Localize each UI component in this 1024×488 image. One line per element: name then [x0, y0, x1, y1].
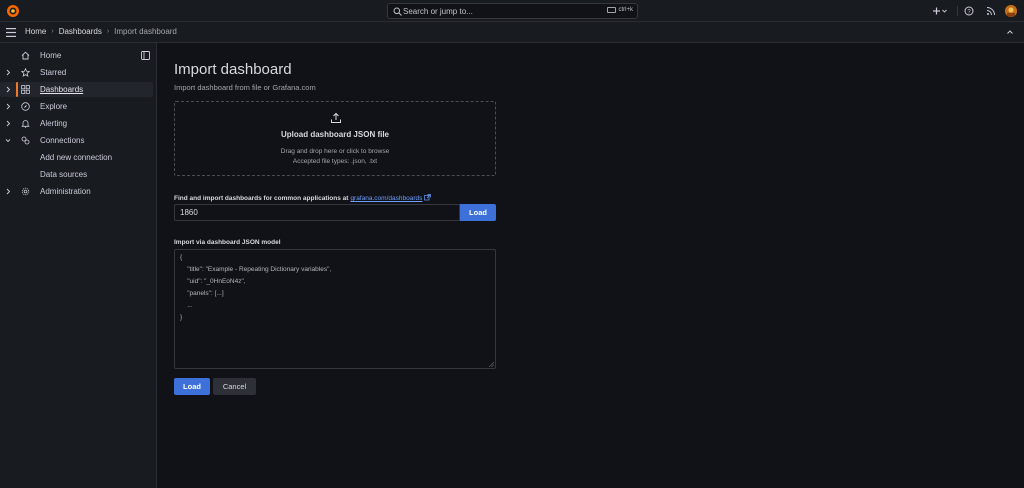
breadcrumb-bar: Home › Dashboards › Import dashboard [0, 22, 1024, 43]
grafana-com-id-input[interactable] [174, 204, 460, 221]
page-title: Import dashboard [174, 61, 292, 78]
sidebar-item-connections[interactable]: Connections [0, 133, 153, 148]
upload-file-types: Accepted file types: .json, .txt [292, 158, 378, 165]
json-line: } [180, 314, 183, 321]
help-icon: ? [964, 6, 974, 16]
sidebar-item-dashboards[interactable]: Dashboards [0, 82, 153, 97]
cancel-button[interactable]: Cancel [213, 378, 256, 395]
star-icon [20, 67, 31, 77]
external-link-icon[interactable] [424, 194, 432, 203]
sidebar-item-home[interactable]: Home [0, 48, 153, 63]
page-subtitle: Import dashboard from file or Grafana.co… [174, 83, 316, 92]
home-icon [21, 51, 30, 60]
sidebar-item-label: Dashboards [40, 85, 84, 94]
news-button[interactable] [986, 0, 996, 22]
upload-dropzone[interactable]: Upload dashboard JSON file Drag and drop… [174, 101, 496, 176]
top-bar: Search or jump to... ctrl+k ? [0, 0, 1024, 22]
sidebar: Home Starred Dashboards Explore Alerting… [0, 43, 157, 488]
new-button[interactable] [932, 0, 948, 22]
chevron-down-icon[interactable] [5, 137, 11, 144]
json-line: { [180, 254, 183, 261]
help-button[interactable]: ? [964, 0, 974, 22]
sidebar-item-data-sources[interactable]: Data sources [0, 167, 153, 182]
grafana-com-load-button[interactable]: Load [460, 204, 496, 221]
sidebar-item-add-new-connection[interactable]: Add new connection [0, 150, 153, 165]
chevron-right-icon[interactable] [5, 120, 11, 127]
main-content: Import dashboard Import dashboard from f… [158, 43, 1024, 488]
sidebar-item-starred[interactable]: Starred [0, 65, 153, 80]
upload-hint: Drag and drop here or click to browse [280, 148, 390, 155]
json-model-textarea[interactable]: { "title": "Example - Repeating Dictiona… [174, 249, 496, 369]
breadcrumb-current: Import dashboard [114, 27, 177, 36]
rss-icon [986, 7, 995, 16]
json-line: "panels": [...] [180, 290, 224, 297]
breadcrumb: Home › Dashboards › Import dashboard [25, 27, 177, 36]
bell-icon [21, 119, 30, 128]
sidebar-item-label: Explore [40, 102, 68, 111]
chevron-right-icon[interactable] [5, 69, 11, 76]
chevron-right-icon[interactable] [5, 86, 11, 93]
active-indicator [16, 82, 18, 97]
avatar [1005, 5, 1017, 17]
keyboard-icon [607, 7, 617, 13]
sidebar-item-alerting[interactable]: Alerting [0, 116, 153, 131]
link-icon [21, 136, 30, 145]
sidebar-item-label: Connections [40, 136, 85, 145]
sidebar-item-label: Alerting [40, 119, 68, 128]
sidebar-item-label: Administration [40, 187, 91, 196]
grafana-com-link[interactable]: grafana.com/dashboards [350, 195, 422, 202]
sidebar-item-label: Home [40, 51, 62, 60]
keyboard-shortcut: ctrl+k [607, 7, 633, 13]
chevron-right-icon[interactable] [5, 103, 11, 110]
chevron-right-icon: › [51, 28, 54, 35]
sidebar-item-label: Add new connection [40, 153, 113, 162]
upload-title: Upload dashboard JSON file [280, 130, 389, 139]
search-placeholder: Search or jump to... [403, 7, 473, 16]
sidebar-item-explore[interactable]: Explore [0, 99, 153, 114]
grafana-logo-icon[interactable] [6, 4, 20, 18]
compass-icon [21, 102, 30, 111]
plus-icon [933, 7, 947, 15]
breadcrumb-home[interactable]: Home [25, 27, 46, 36]
sidebar-item-label: Starred [40, 68, 67, 77]
shortcut-text: ctrl+k [618, 7, 633, 13]
menu-icon[interactable] [6, 28, 16, 37]
apps-icon [21, 85, 30, 94]
breadcrumb-dashboards[interactable]: Dashboards [59, 27, 102, 36]
load-button[interactable]: Load [174, 378, 210, 395]
chevron-right-icon[interactable] [5, 188, 11, 195]
sidebar-item-label: Data sources [40, 170, 88, 179]
sidebar-item-administration[interactable]: Administration [0, 184, 153, 199]
upload-icon [330, 112, 342, 124]
search-icon [393, 7, 402, 16]
cog-icon [21, 187, 30, 196]
grafana-com-label: Find and import dashboards for common ap… [174, 194, 432, 203]
search-bar[interactable]: Search or jump to... ctrl+k [387, 3, 638, 19]
json-line: ... [180, 302, 193, 309]
profile-button[interactable] [1005, 0, 1017, 22]
json-line: "uid": "_0HnEoN4z", [180, 278, 246, 285]
chevron-right-icon: › [106, 28, 110, 35]
json-line: "title": "Example - Repeating Dictionary… [180, 266, 332, 273]
resize-handle-icon[interactable] [488, 361, 495, 368]
chevron-up-icon[interactable] [1006, 28, 1014, 36]
grafana-com-label-text: Find and import dashboards for common ap… [174, 195, 349, 202]
topbar-divider [957, 6, 958, 16]
json-model-label: Import via dashboard JSON model [174, 239, 281, 246]
